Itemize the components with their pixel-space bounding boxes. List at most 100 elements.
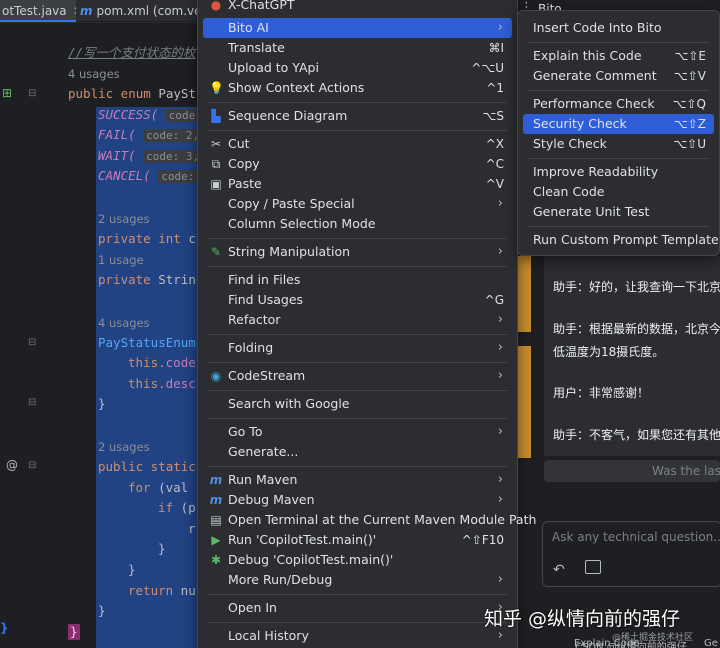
annotation-icon[interactable]: @ — [6, 458, 18, 472]
code-brace-matched: } — [68, 624, 80, 640]
menu-separator — [208, 334, 507, 335]
terminal-icon: ▤ — [210, 513, 222, 527]
tab-pom-xml[interactable]: mpom.xml (com.veez — [80, 0, 200, 22]
chevron-right-icon: › — [497, 572, 503, 587]
code-comment: //写一个支付状态的枚 — [68, 45, 196, 60]
menu-item-refactor[interactable]: Refactor › — [203, 310, 512, 330]
tab-copilottest-java[interactable]: otTest.java ✕ — [0, 0, 76, 22]
fold-icon[interactable]: ⊟ — [28, 337, 36, 348]
editor-context-menu: ● X-ChatGPT Bito AI › Translate ⌘I Upload t… — [197, 0, 536, 648]
sequence-diagram-icon: ▙ — [211, 109, 221, 123]
menu-item-upload-to-yapi[interactable]: Upload to YApi ^⌥U — [203, 58, 512, 78]
submenu-item-generate-comment[interactable]: Generate Comment ⌥⇧V — [523, 66, 714, 86]
menu-separator — [208, 238, 507, 239]
menu-item-go-to[interactable]: Go To › — [203, 422, 512, 442]
fold-icon[interactable]: ⊟ — [28, 88, 36, 99]
menu-separator — [528, 226, 709, 227]
enum-constant: FAIL( code: 2, — [98, 127, 203, 144]
menu-separator — [208, 622, 507, 623]
menu-item-string-manipulation[interactable]: ✎ String Manipulation › — [203, 242, 512, 262]
menu-item-debug-maven[interactable]: m Debug Maven › — [203, 490, 512, 510]
feedback-prompt: Was the last — [544, 460, 720, 482]
insert-code-icon[interactable] — [585, 560, 601, 574]
generate-label[interactable]: Ge — [704, 638, 718, 648]
submenu-item-clean-code[interactable]: Clean Code — [523, 182, 714, 202]
menu-separator — [208, 266, 507, 267]
menu-item-show-context-actions[interactable]: 💡 Show Context Actions ^1 — [203, 78, 512, 98]
csdn-watermark: CSDN @纵情向前的强仔 — [575, 642, 687, 648]
menu-item-generate[interactable]: Generate... — [203, 442, 512, 462]
comment-icon[interactable]: ⊞ — [2, 86, 12, 100]
field-declaration: private Strin — [98, 272, 196, 287]
run-icon: ▶ — [211, 533, 221, 547]
submenu-item-insert-code[interactable]: Insert Code Into Bito — [523, 18, 714, 38]
fold-icon[interactable]: ⊟ — [28, 397, 36, 408]
menu-item-open-in[interactable]: Open In › — [203, 598, 512, 618]
menu-item-run-main[interactable]: ▶ Run 'CopilotTest.main()' ^⇧F10 — [203, 530, 512, 550]
usages-hint[interactable]: 2 usages — [98, 439, 150, 455]
menu-item-copy[interactable]: ⧉ Copy ^C — [203, 154, 512, 174]
submenu-item-improve-readability[interactable]: Improve Readability — [523, 162, 714, 182]
usages-hint[interactable]: 4 usages — [98, 315, 150, 331]
chevron-right-icon: › — [497, 196, 503, 211]
question-box[interactable]: ↶ — [542, 521, 720, 587]
menu-item-find-in-files[interactable]: Find in Files — [203, 270, 512, 290]
menu-separator — [208, 594, 507, 595]
submenu-item-run-custom-prompt[interactable]: Run Custom Prompt Template — [523, 230, 719, 250]
menu-item-bito-ai[interactable]: Bito AI › — [203, 18, 512, 38]
menu-item-translate[interactable]: Translate ⌘I — [203, 38, 512, 58]
copy-icon: ⧉ — [211, 157, 221, 171]
usages-hint[interactable]: 2 usages — [98, 211, 150, 227]
menu-separator — [208, 418, 507, 419]
code-editor[interactable]: //写一个支付状态的枚 4 usages public enum PaySt S… — [58, 23, 208, 648]
menu-separator — [528, 158, 709, 159]
chevron-right-icon: › — [497, 312, 503, 327]
chat-marker — [518, 256, 531, 332]
menu-separator — [208, 362, 507, 363]
chevron-right-icon: › — [497, 492, 503, 507]
maven-file-icon: m — [80, 4, 93, 18]
submenu-item-style-check[interactable]: Style Check ⌥⇧U — [523, 134, 714, 154]
chat-message: 助手：根据最新的数据，北京今 — [553, 322, 720, 336]
chat-marker — [518, 346, 531, 458]
menu-separator — [208, 130, 507, 131]
tab-label: otTest.java — [2, 4, 67, 18]
menu-item-run-maven[interactable]: m Run Maven › — [203, 470, 512, 490]
menu-item-open-terminal[interactable]: ▤ Open Terminal at the Current Maven Modu… — [203, 510, 536, 530]
menu-item-copy-paste-special[interactable]: Copy / Paste Special › — [203, 194, 512, 214]
submenu-item-performance-check[interactable]: Performance Check ⌥⇧Q — [523, 94, 714, 114]
menu-item-codestream[interactable]: ◉ CodeStream › — [203, 366, 512, 386]
menu-separator — [208, 466, 507, 467]
code-line: r — [188, 521, 196, 536]
menu-item-cut[interactable]: ✂ Cut ^X — [203, 134, 512, 154]
paste-icon: ▣ — [210, 177, 222, 191]
chat-message: 助手：不客气，如果您还有其他 — [553, 428, 720, 442]
submenu-item-generate-unit-test[interactable]: Generate Unit Test — [523, 202, 714, 222]
menu-separator — [528, 42, 709, 43]
submenu-item-explain-code[interactable]: Explain this Code ⌥⇧E — [523, 46, 714, 66]
menu-item-debug-main[interactable]: ✱ Debug 'CopilotTest.main()' — [203, 550, 512, 570]
question-input[interactable] — [552, 530, 720, 544]
fold-icon[interactable]: ⊟ — [28, 460, 36, 471]
menu-item-column-selection-mode[interactable]: Column Selection Mode — [203, 214, 512, 234]
menu-separator — [208, 102, 507, 103]
usages-hint[interactable]: 1 usage — [98, 252, 144, 268]
menu-item-sequence-diagram[interactable]: ▙ Sequence Diagram ⌥S — [203, 106, 512, 126]
code-brace: } — [158, 541, 166, 556]
undo-icon[interactable]: ↶ — [553, 562, 565, 578]
chevron-right-icon: › — [497, 20, 503, 35]
close-icon[interactable]: ✕ — [73, 4, 76, 18]
menu-item-search-with-google[interactable]: Search with Google — [203, 394, 512, 414]
menu-item-local-history[interactable]: Local History › — [203, 626, 512, 646]
menu-item-find-usages[interactable]: Find Usages ^G — [203, 290, 512, 310]
menu-separator — [528, 90, 709, 91]
menu-item-paste[interactable]: ▣ Paste ^V — [203, 174, 512, 194]
enum-constant: WAIT( code: 3, — [98, 148, 203, 165]
submenu-item-security-check[interactable]: Security Check ⌥⇧Z — [523, 114, 714, 134]
chat-message: 用户：非常感谢！ — [553, 386, 650, 400]
menu-item-more-run-debug[interactable]: More Run/Debug › — [203, 570, 512, 590]
menu-item-x-chatgpt[interactable]: ● X-ChatGPT — [203, 0, 512, 15]
usages-hint[interactable]: 4 usages — [68, 66, 120, 82]
enum-declaration: public enum PaySt — [68, 86, 196, 101]
menu-item-folding[interactable]: Folding › — [203, 338, 512, 358]
